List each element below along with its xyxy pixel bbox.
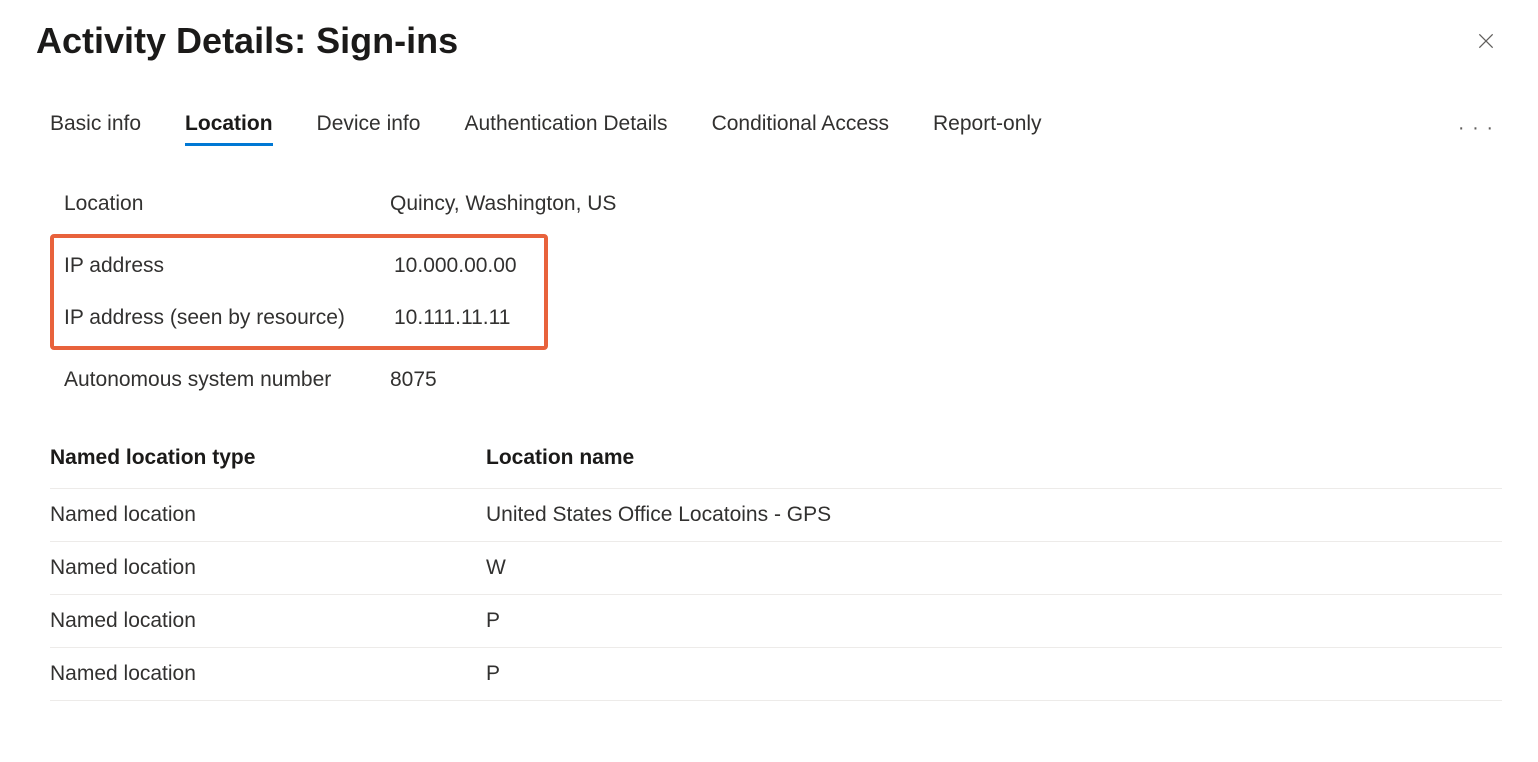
cell-name: P bbox=[486, 662, 1502, 686]
detail-row-asn: Autonomous system number 8075 bbox=[64, 354, 1502, 406]
close-icon bbox=[1476, 31, 1496, 51]
tab-location[interactable]: Location bbox=[185, 112, 273, 144]
detail-row-location: Location Quincy, Washington, US bbox=[64, 178, 1502, 230]
table-row[interactable]: Named location W bbox=[50, 542, 1502, 595]
cell-name: United States Office Locatoins - GPS bbox=[486, 503, 1502, 527]
location-label: Location bbox=[64, 192, 390, 216]
tab-conditional-access[interactable]: Conditional Access bbox=[712, 112, 889, 144]
cell-name: W bbox=[486, 556, 1502, 580]
table-header: Named location type Location name bbox=[50, 434, 1502, 489]
ip-seen-label: IP address (seen by resource) bbox=[64, 306, 394, 330]
tab-authentication-details[interactable]: Authentication Details bbox=[464, 112, 667, 144]
location-details: Location Quincy, Washington, US IP addre… bbox=[36, 178, 1502, 406]
cell-name: P bbox=[486, 609, 1502, 633]
detail-row-ip-seen: IP address (seen by resource) 10.111.11.… bbox=[64, 292, 544, 344]
cell-type: Named location bbox=[50, 609, 486, 633]
ellipsis-icon: · · · bbox=[1458, 117, 1494, 139]
column-header-name[interactable]: Location name bbox=[486, 446, 1502, 470]
more-tabs-button[interactable]: · · · bbox=[1458, 117, 1502, 140]
table-row[interactable]: Named location P bbox=[50, 595, 1502, 648]
cell-type: Named location bbox=[50, 556, 486, 580]
tab-report-only[interactable]: Report-only bbox=[933, 112, 1042, 144]
page-title: Activity Details: Sign-ins bbox=[36, 20, 458, 62]
ip-address-label: IP address bbox=[64, 254, 394, 278]
cell-type: Named location bbox=[50, 662, 486, 686]
column-header-type[interactable]: Named location type bbox=[50, 446, 486, 470]
table-row[interactable]: Named location United States Office Loca… bbox=[50, 489, 1502, 542]
tab-bar: Basic info Location Device info Authenti… bbox=[36, 112, 1502, 144]
location-value: Quincy, Washington, US bbox=[390, 192, 616, 216]
ip-highlight-box: IP address 10.000.00.00 IP address (seen… bbox=[50, 234, 548, 350]
asn-label: Autonomous system number bbox=[64, 368, 390, 392]
close-button[interactable] bbox=[1470, 25, 1502, 57]
asn-value: 8075 bbox=[390, 368, 437, 392]
ip-address-value: 10.000.00.00 bbox=[394, 254, 517, 278]
tab-device-info[interactable]: Device info bbox=[317, 112, 421, 144]
detail-row-ip: IP address 10.000.00.00 bbox=[64, 240, 544, 292]
tab-basic-info[interactable]: Basic info bbox=[50, 112, 141, 144]
table-row[interactable]: Named location P bbox=[50, 648, 1502, 701]
named-locations-table: Named location type Location name Named … bbox=[36, 434, 1502, 701]
ip-seen-value: 10.111.11.11 bbox=[394, 306, 510, 330]
cell-type: Named location bbox=[50, 503, 486, 527]
